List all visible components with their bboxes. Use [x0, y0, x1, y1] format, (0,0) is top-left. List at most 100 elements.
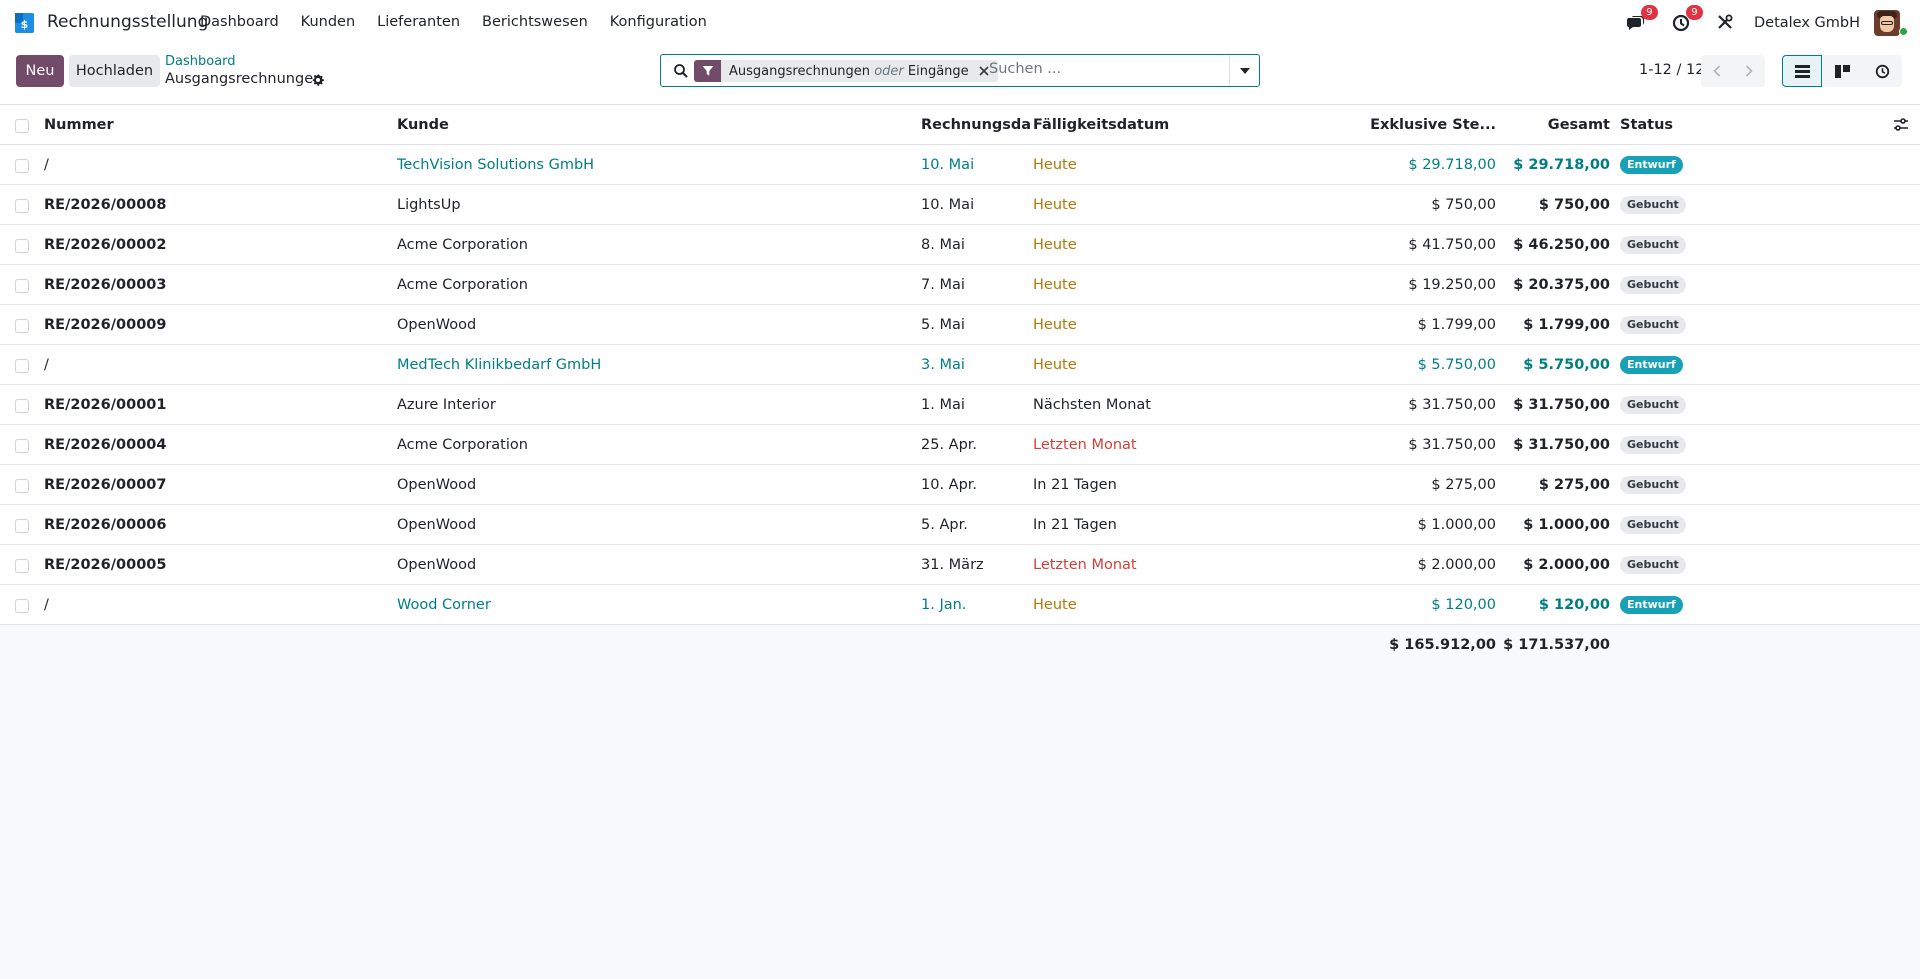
row-checkbox[interactable] — [15, 439, 29, 453]
cell-status: Entwurf — [1620, 345, 1740, 385]
company-switcher[interactable]: Detalex GmbH — [1754, 15, 1860, 31]
cell-due-date: Heute — [1033, 597, 1077, 613]
search-bar[interactable]: Ausgangsrechnungen oder Eingänge — [660, 54, 1260, 87]
row-checkbox[interactable] — [15, 199, 29, 213]
row-checkbox[interactable] — [15, 159, 29, 173]
header-due-date[interactable]: Fälligkeitsdatum — [1033, 105, 1233, 145]
table-row[interactable]: RE/2026/00006 OpenWood 5. Apr. In 21 Tagen $… — [0, 505, 1920, 545]
menu-lieferanten[interactable]: Lieferanten — [377, 14, 460, 30]
gear-icon[interactable] — [311, 73, 325, 87]
cell-invoice-date: 31. März — [921, 557, 984, 573]
row-checkbox[interactable] — [15, 399, 29, 413]
list-view-button[interactable] — [1782, 55, 1822, 87]
select-all-checkbox[interactable] — [15, 119, 29, 133]
status-badge: Gebucht — [1620, 316, 1686, 334]
cell-invoice-date: 7. Mai — [921, 277, 965, 293]
cell-total: $ 1.799,00 — [1523, 317, 1610, 333]
page-title: Ausgangsrechnungen — [165, 71, 323, 87]
row-checkbox[interactable] — [15, 479, 29, 493]
row-checkbox[interactable] — [15, 519, 29, 533]
cell-number: / — [44, 157, 49, 173]
debug-tools-icon[interactable] — [1716, 13, 1736, 33]
status-badge: Gebucht — [1620, 276, 1686, 294]
row-checkbox[interactable] — [15, 559, 29, 573]
cell-due-date: Heute — [1033, 237, 1077, 253]
cell-customer: Azure Interior — [397, 397, 496, 413]
menu-konfiguration[interactable]: Konfiguration — [610, 14, 707, 30]
cell-status: Gebucht — [1620, 545, 1740, 585]
cell-customer: LightsUp — [397, 197, 461, 213]
cell-invoice-date: 10. Mai — [921, 197, 975, 213]
header-untaxed[interactable]: Exklusive Ste... — [1360, 105, 1496, 145]
invoicing-app-icon[interactable]: $ — [15, 13, 34, 33]
table-row[interactable]: / TechVision Solutions GmbH 10. Mai Heute $ … — [0, 145, 1920, 185]
list-icon — [1794, 64, 1810, 78]
cell-untaxed: $ 31.750,00 — [1408, 397, 1496, 413]
table-body: / TechVision Solutions GmbH 10. Mai Heute $ … — [0, 145, 1920, 625]
search-input[interactable] — [989, 61, 1209, 77]
table-row[interactable]: RE/2026/00001 Azure Interior 1. Mai Nächste… — [0, 385, 1920, 425]
table-row[interactable]: RE/2026/00003 Acme Corporation 7. Mai Heute… — [0, 265, 1920, 305]
cell-total: $ 120,00 — [1538, 597, 1610, 613]
pager-next-button[interactable] — [1733, 55, 1765, 87]
cell-customer: Acme Corporation — [397, 237, 528, 253]
table-row[interactable]: RE/2026/00009 OpenWood 5. Mai Heute $ 1.799,… — [0, 305, 1920, 345]
cell-untaxed: $ 29.718,00 — [1408, 157, 1496, 173]
activities-clock-icon[interactable]: 9 — [1671, 5, 1703, 33]
table-row[interactable]: RE/2026/00004 Acme Corporation 25. Apr. Let… — [0, 425, 1920, 465]
status-badge: Gebucht — [1620, 436, 1686, 454]
cell-untaxed: $ 41.750,00 — [1408, 237, 1496, 253]
breadcrumb-dashboard[interactable]: Dashboard — [165, 54, 236, 69]
search-options-toggle[interactable] — [1229, 55, 1259, 86]
cell-untaxed: $ 19.250,00 — [1408, 277, 1496, 293]
cell-number: RE/2026/00008 — [44, 197, 167, 213]
messages-icon[interactable]: 9 — [1626, 5, 1658, 33]
header-number[interactable]: Nummer — [44, 105, 384, 145]
cell-customer: OpenWood — [397, 477, 477, 493]
table-row[interactable]: / Wood Corner 1. Jan. Heute $ 120,00 $ 120,00… — [0, 585, 1920, 625]
kanban-view-button[interactable] — [1822, 55, 1862, 87]
header-total[interactable]: Gesamt — [1500, 105, 1610, 145]
header-customer[interactable]: Kunde — [397, 105, 897, 145]
row-checkbox[interactable] — [15, 239, 29, 253]
header-invoice-date[interactable]: Rechnungsda... — [921, 105, 1031, 145]
chevron-left-icon — [1713, 65, 1721, 77]
status-badge: Gebucht — [1620, 476, 1686, 494]
messages-badge: 9 — [1640, 5, 1658, 20]
menu-kunden[interactable]: Kunden — [301, 14, 355, 30]
app-name[interactable]: Rechnungsstellung — [47, 12, 208, 32]
table-row[interactable]: RE/2026/00005 OpenWood 31. März Letzten Mon… — [0, 545, 1920, 585]
table-row[interactable]: / MedTech Klinikbedarf GmbH 3. Mai Heute $ 5… — [0, 345, 1920, 385]
user-avatar[interactable] — [1874, 10, 1900, 36]
cell-total: $ 31.750,00 — [1513, 397, 1610, 413]
menu-berichtswesen[interactable]: Berichtswesen — [482, 14, 588, 30]
status-badge: Gebucht — [1620, 196, 1686, 214]
row-checkbox[interactable] — [15, 319, 29, 333]
search-icon[interactable] — [673, 63, 689, 79]
cell-due-date: In 21 Tagen — [1033, 517, 1117, 533]
cell-due-date: Letzten Monat — [1033, 557, 1137, 573]
table-row[interactable]: RE/2026/00007 OpenWood 10. Apr. In 21 Tagen… — [0, 465, 1920, 505]
pager-previous-button[interactable] — [1701, 55, 1733, 87]
filter-facet[interactable]: Ausgangsrechnungen oder Eingänge — [694, 60, 998, 82]
optional-columns-icon[interactable] — [1893, 117, 1909, 133]
menu-dashboard[interactable]: Dashboard — [200, 14, 279, 30]
row-checkbox[interactable] — [15, 359, 29, 373]
cell-due-date: Heute — [1033, 197, 1077, 213]
row-checkbox[interactable] — [15, 279, 29, 293]
cell-invoice-date: 10. Apr. — [921, 477, 978, 493]
pager-value[interactable]: 1-12 / 12 — [1639, 62, 1704, 78]
new-button[interactable]: Neu — [16, 55, 64, 87]
cell-number: RE/2026/00006 — [44, 517, 167, 533]
row-checkbox[interactable] — [15, 599, 29, 613]
cell-status: Entwurf — [1620, 585, 1740, 625]
table-row[interactable]: RE/2026/00008 LightsUp 10. Mai Heute $ 750,0… — [0, 185, 1920, 225]
totals-row: $ 165.912,00 $ 171.537,00 — [0, 625, 1920, 665]
upload-button[interactable]: Hochladen — [69, 55, 160, 87]
table-row[interactable]: RE/2026/00002 Acme Corporation 8. Mai Heute… — [0, 225, 1920, 265]
header-status[interactable]: Status — [1620, 105, 1740, 145]
cell-total: $ 750,00 — [1538, 197, 1610, 213]
activity-view-button[interactable] — [1862, 55, 1902, 87]
cell-customer: Acme Corporation — [397, 437, 528, 453]
online-status-dot — [1899, 27, 1908, 36]
